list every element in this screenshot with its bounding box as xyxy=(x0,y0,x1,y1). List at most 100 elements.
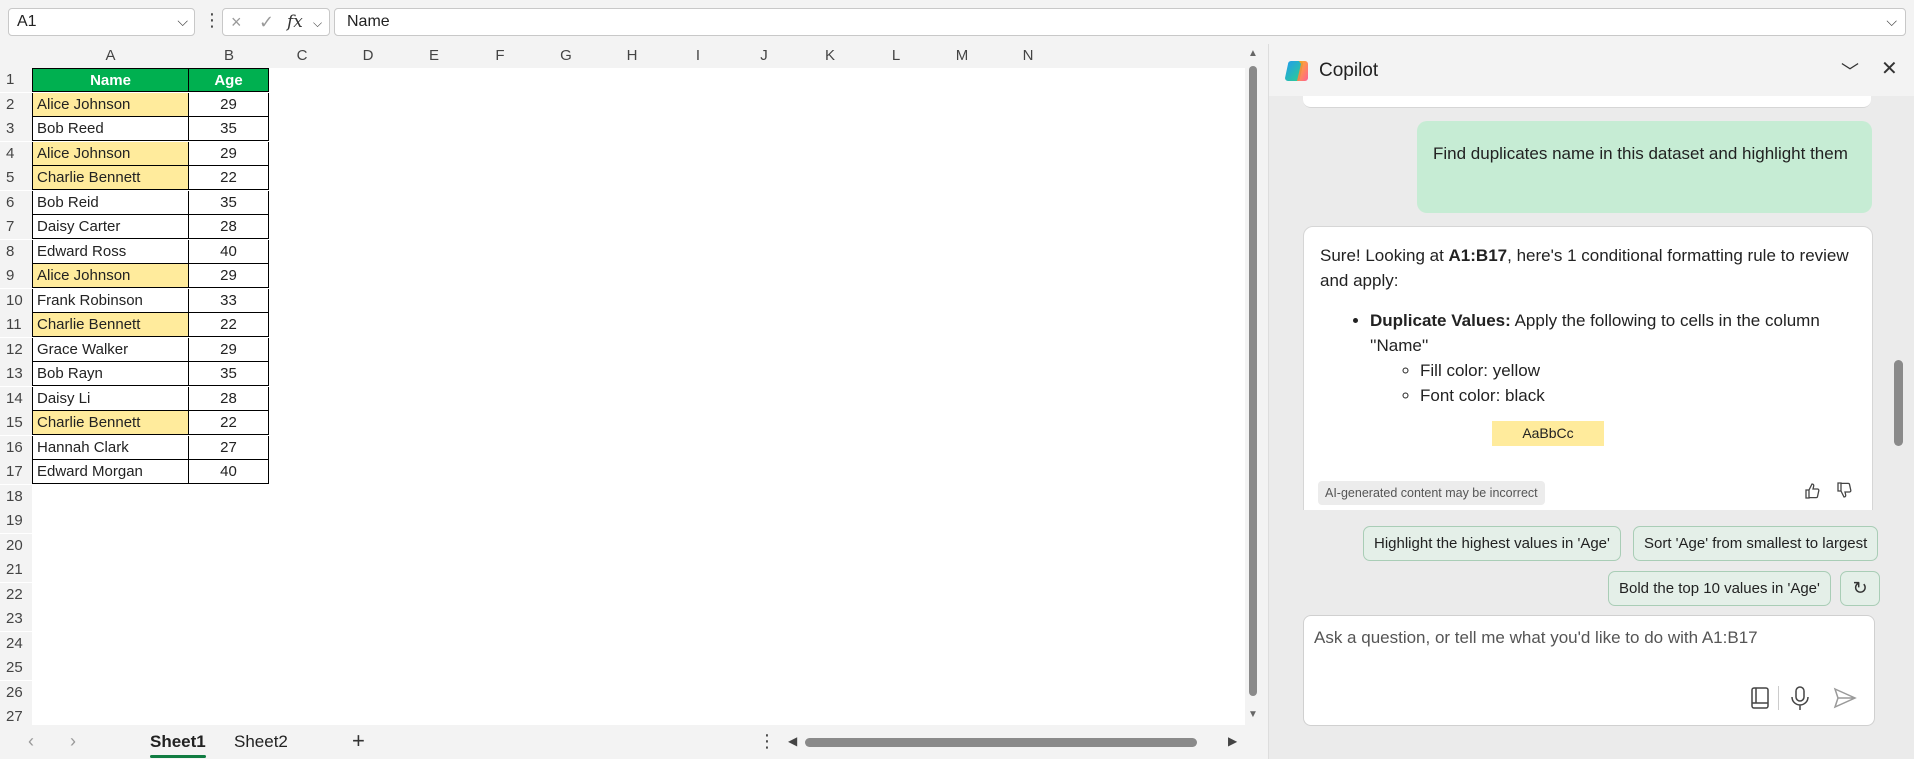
chat-input[interactable] xyxy=(1314,628,1862,648)
next-sheet-icon[interactable]: › xyxy=(70,731,76,752)
formula-input[interactable]: Name ⌵ xyxy=(334,8,1906,36)
age-cell[interactable]: 22 xyxy=(189,166,269,190)
row-header-24[interactable]: 24 xyxy=(0,631,32,656)
row-header-15[interactable]: 15 xyxy=(0,411,32,435)
microphone-icon[interactable] xyxy=(1787,684,1813,712)
chat-history[interactable]: Find duplicates name in this dataset and… xyxy=(1269,96,1914,510)
name-cell[interactable]: Daisy Carter xyxy=(32,215,189,239)
name-cell[interactable]: Charlie Bennett xyxy=(32,313,189,337)
row-header-4[interactable]: 4 xyxy=(0,141,32,166)
insert-function-icon[interactable]: fx xyxy=(287,12,303,32)
chevron-down-icon[interactable]: ⌵ xyxy=(177,13,188,30)
name-cell[interactable]: Bob Rayn xyxy=(32,362,189,386)
row-header-27[interactable]: 27 xyxy=(0,705,32,725)
row-header-20[interactable]: 20 xyxy=(0,533,32,558)
vertical-scrollbar[interactable]: ▲ ▼ xyxy=(1245,44,1261,725)
suggestion-highlight-highest[interactable]: Highlight the highest values in 'Age' xyxy=(1363,526,1621,561)
name-cell[interactable]: Edward Ross xyxy=(32,239,189,264)
refresh-suggestions-button[interactable]: ↻ xyxy=(1840,571,1880,606)
column-header-d[interactable]: D xyxy=(335,44,401,68)
column-header-n[interactable]: N xyxy=(995,44,1061,68)
scroll-right-icon[interactable]: ▶ xyxy=(1228,734,1237,748)
name-cell[interactable]: Bob Reed xyxy=(32,117,189,141)
tab-sheet2[interactable]: Sheet2 xyxy=(224,730,298,756)
row-header-26[interactable]: 26 xyxy=(0,680,32,705)
enter-icon[interactable]: ✓ xyxy=(259,12,274,33)
cancel-icon[interactable]: × xyxy=(231,12,242,33)
more-options-icon[interactable]: ⋮ xyxy=(203,10,221,30)
age-cell[interactable]: 22 xyxy=(189,313,269,337)
column-header-e[interactable]: E xyxy=(401,44,467,68)
column-header-f[interactable]: F xyxy=(467,44,533,68)
scroll-down-icon[interactable]: ▼ xyxy=(1248,709,1258,720)
age-cell[interactable]: 40 xyxy=(189,460,269,484)
row-header-10[interactable]: 10 xyxy=(0,288,32,313)
scroll-thumb[interactable] xyxy=(1249,66,1257,696)
name-cell[interactable]: Daisy Li xyxy=(32,386,189,411)
age-cell[interactable]: 29 xyxy=(189,92,269,117)
prev-sheet-icon[interactable]: ‹ xyxy=(28,731,34,752)
row-header-9[interactable]: 9 xyxy=(0,264,32,288)
row-header-7[interactable]: 7 xyxy=(0,215,32,239)
add-sheet-button[interactable]: + xyxy=(352,728,365,754)
column-header-j[interactable]: J xyxy=(731,44,797,68)
chevron-down-icon[interactable]: ⌵ xyxy=(313,16,322,31)
row-header-18[interactable]: 18 xyxy=(0,484,32,509)
scroll-left-icon[interactable]: ◀ xyxy=(788,734,797,748)
name-cell[interactable]: Alice Johnson xyxy=(32,92,189,117)
age-cell[interactable]: 35 xyxy=(189,117,269,141)
row-header-22[interactable]: 22 xyxy=(0,582,32,607)
more-options-icon[interactable]: ⋮ xyxy=(758,731,776,752)
age-cell[interactable]: 28 xyxy=(189,386,269,411)
row-header-6[interactable]: 6 xyxy=(0,190,32,215)
close-icon[interactable]: ✕ xyxy=(1881,56,1898,81)
column-header-c[interactable]: C xyxy=(269,44,335,68)
row-header-1[interactable]: 1 xyxy=(0,68,32,92)
row-header-16[interactable]: 16 xyxy=(0,435,32,460)
column-header-h[interactable]: H xyxy=(599,44,665,68)
send-icon[interactable] xyxy=(1832,686,1858,710)
age-cell[interactable]: 40 xyxy=(189,239,269,264)
spreadsheet-grid[interactable]: ABCDEFGHIJKLMN 1 2 3 4 5 6 7 8 9 10 11 12 13 14 15 16 17… xyxy=(0,44,1245,725)
expand-formula-icon[interactable]: ⌵ xyxy=(1886,13,1897,30)
prompt-guide-icon[interactable] xyxy=(1749,685,1771,711)
name-cell[interactable]: Grace Walker xyxy=(32,337,189,362)
row-header-17[interactable]: 17 xyxy=(0,460,32,484)
column-header-a[interactable]: A xyxy=(32,44,189,68)
column-header-i[interactable]: I xyxy=(665,44,731,68)
age-cell[interactable]: 33 xyxy=(189,288,269,313)
row-header-23[interactable]: 23 xyxy=(0,607,32,631)
name-cell[interactable]: Edward Morgan xyxy=(32,460,189,484)
name-box[interactable]: A1 ⌵ xyxy=(8,8,195,36)
name-cell[interactable]: Charlie Bennett xyxy=(32,411,189,435)
row-header-12[interactable]: 12 xyxy=(0,337,32,362)
name-cell[interactable]: Alice Johnson xyxy=(32,264,189,288)
row-header-19[interactable]: 19 xyxy=(0,509,32,533)
age-cell[interactable]: 29 xyxy=(189,141,269,166)
horizontal-scroll-thumb[interactable] xyxy=(805,738,1197,747)
name-cell[interactable]: Bob Reid xyxy=(32,190,189,215)
age-cell[interactable]: 29 xyxy=(189,264,269,288)
row-header-13[interactable]: 13 xyxy=(0,362,32,386)
age-cell[interactable]: 29 xyxy=(189,337,269,362)
row-header-2[interactable]: 2 xyxy=(0,92,32,117)
header-cell-name[interactable]: Name xyxy=(32,68,189,92)
row-header-5[interactable]: 5 xyxy=(0,166,32,190)
row-header-21[interactable]: 21 xyxy=(0,558,32,582)
header-cell-age[interactable]: Age xyxy=(189,68,269,92)
age-cell[interactable]: 27 xyxy=(189,435,269,460)
row-header-14[interactable]: 14 xyxy=(0,386,32,411)
row-header-11[interactable]: 11 xyxy=(0,313,32,337)
suggestion-sort-age[interactable]: Sort 'Age' from smallest to largest xyxy=(1633,526,1879,561)
column-header-m[interactable]: M xyxy=(929,44,995,68)
row-header-8[interactable]: 8 xyxy=(0,239,32,264)
chevron-down-icon[interactable]: ﹀ xyxy=(1841,58,1859,84)
column-header-b[interactable]: B xyxy=(189,44,269,68)
suggestion-bold-top-10[interactable]: Bold the top 10 values in 'Age' xyxy=(1608,571,1831,606)
age-cell[interactable]: 35 xyxy=(189,190,269,215)
age-cell[interactable]: 35 xyxy=(189,362,269,386)
column-header-l[interactable]: L xyxy=(863,44,929,68)
chat-scroll-thumb[interactable] xyxy=(1894,360,1903,446)
name-cell[interactable]: Frank Robinson xyxy=(32,288,189,313)
name-cell[interactable]: Hannah Clark xyxy=(32,435,189,460)
